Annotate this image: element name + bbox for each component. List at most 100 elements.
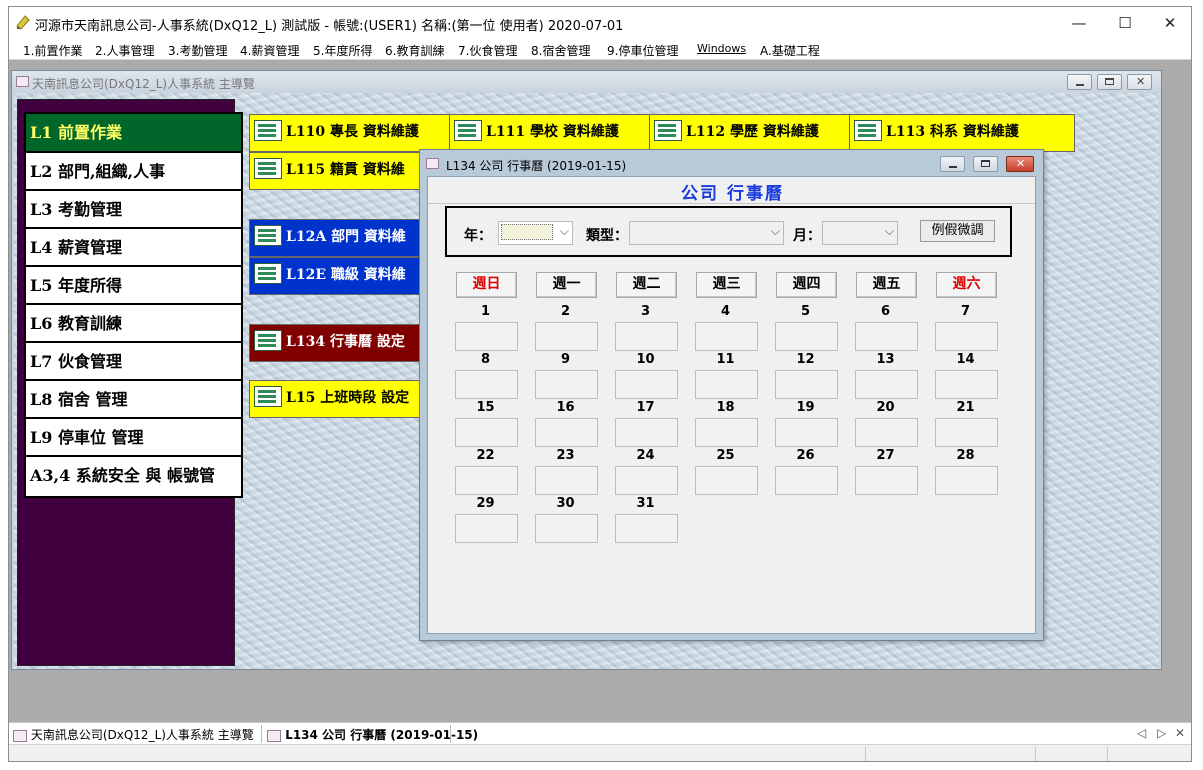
form-icon [854,120,882,141]
day-cell[interactable] [695,370,758,399]
prev-window-icon[interactable]: ◁ [1137,726,1146,740]
menu-item-windows[interactable]: Windows [697,42,746,55]
day-cell[interactable] [615,418,678,447]
main-restore-button[interactable] [1097,74,1122,90]
day-cell[interactable] [535,514,598,543]
nav-item-dept[interactable]: L2 部門,組織,人事 [24,151,243,194]
app-logo-icon [16,15,30,30]
tile-label: L113 科系 資料維護 [886,124,1019,140]
day-number: 28 [956,448,975,463]
day-cell[interactable] [455,322,518,351]
nav-item-meals[interactable]: L7 伙食管理 [24,341,243,384]
day-cell[interactable] [855,370,918,399]
menu-item-prep[interactable]: 1.前置作業 [23,42,82,59]
main-close-button[interactable]: ✕ [1127,74,1152,90]
tile-label: L111 學校 資料維護 [486,124,619,140]
form-icon [426,158,439,169]
day-cell[interactable] [455,418,518,447]
menu-item-training[interactable]: 6.教育訓練 [385,42,444,59]
tile-label: L134 行事曆 設定 [286,334,405,350]
day-number: 27 [876,448,895,463]
day-cell[interactable] [455,466,518,495]
form-icon [454,120,482,141]
day-number: 25 [716,448,735,463]
day-cell[interactable] [855,466,918,495]
day-cell[interactable] [855,322,918,351]
next-window-icon[interactable]: ▷ [1157,726,1166,740]
day-cell[interactable] [935,418,998,447]
day-cell[interactable] [615,466,678,495]
day-number: 7 [960,304,971,319]
day-cell[interactable] [775,466,838,495]
dialog-title: L134 公司 行事曆 (2019-01-15) [446,159,627,173]
day-cell[interactable] [455,370,518,399]
tile-l111[interactable]: L111 學校 資料維護 [449,114,675,152]
day-cell[interactable] [615,514,678,543]
day-number: 18 [716,400,735,415]
menu-item-payroll[interactable]: 4.薪資管理 [240,42,299,59]
main-minimize-button[interactable] [1067,74,1092,90]
day-cell[interactable] [775,418,838,447]
day-number: 22 [476,448,495,463]
menu-item-meals[interactable]: 7.伙食管理 [458,42,517,59]
nav-item-training[interactable]: L6 教育訓練 [24,303,243,346]
form-icon [267,729,281,742]
day-number: 2 [560,304,571,319]
tile-l112[interactable]: L112 學歷 資料維護 [649,114,875,152]
day-number: 26 [796,448,815,463]
days-container: 1 2 3 4 5 6 7 8 9 10 11 12 13 14 15 16 17 18 19 20 21 22 23 24 2… [428,177,1037,635]
day-number: 29 [476,496,495,511]
day-cell[interactable] [535,466,598,495]
day-cell[interactable] [615,370,678,399]
mdi-taskbar: 天南訊息公司(DxQ12_L)人事系統 主導覽 L134 公司 行事曆 (201… [9,722,1191,744]
day-cell[interactable] [775,370,838,399]
day-cell[interactable] [775,322,838,351]
day-cell[interactable] [935,466,998,495]
day-cell[interactable] [935,322,998,351]
day-cell[interactable] [455,514,518,543]
dialog-close-button[interactable]: ✕ [1006,156,1034,172]
form-icon [254,158,282,179]
menu-item-annual-income[interactable]: 5.年度所得 [313,42,372,59]
menu-item-base[interactable]: A.基礎工程 [760,42,820,59]
nav-item-parking[interactable]: L9 停車位 管理 [24,417,243,460]
day-cell[interactable] [695,418,758,447]
task-calendar[interactable]: L134 公司 行事曆 (2019-01-15) [267,726,478,743]
dialog-minimize-button[interactable] [940,156,965,172]
nav-item-annual-income[interactable]: L5 年度所得 [24,265,243,308]
nav-item-prep[interactable]: L1 前置作業 [24,112,243,155]
day-cell[interactable] [935,370,998,399]
dialog-maximize-button[interactable] [973,156,998,172]
day-cell[interactable] [695,466,758,495]
menu-item-attendance[interactable]: 3.考勤管理 [168,42,227,59]
nav-item-dorm[interactable]: L8 宿舍 管理 [24,379,243,422]
day-number: 30 [556,496,575,511]
menu-bar: 1.前置作業 2.人事管理 3.考勤管理 4.薪資管理 5.年度所得 6.教育訓… [9,39,1191,60]
day-number: 14 [956,352,975,367]
menu-item-dorm[interactable]: 8.宿舍管理 [531,42,590,59]
app-window: 河源市天南訊息公司-人事系統(DxQ12_L) 測試版 - 帳號:(USER1)… [8,6,1192,762]
day-cell[interactable] [535,322,598,351]
tile-l113[interactable]: L113 科系 資料維護 [849,114,1075,152]
day-cell[interactable] [615,322,678,351]
menu-item-hr[interactable]: 2.人事管理 [95,42,154,59]
minimize-button[interactable]: — [1056,7,1102,39]
tile-label: L12E 職級 資料維 [286,267,406,283]
task-main-navigator[interactable]: 天南訊息公司(DxQ12_L)人事系統 主導覽 [13,726,254,743]
nav-item-attendance[interactable]: L3 考勤管理 [24,189,243,232]
day-cell[interactable] [855,418,918,447]
day-number: 17 [636,400,655,415]
nav-item-security[interactable]: A3,4 系統安全 與 帳號管 [24,455,243,498]
day-cell[interactable] [535,370,598,399]
day-number: 21 [956,400,975,415]
menu-item-parking[interactable]: 9.停車位管理 [607,42,678,59]
close-window-icon[interactable]: ✕ [1175,726,1185,740]
day-cell[interactable] [695,322,758,351]
nav-item-payroll[interactable]: L4 薪資管理 [24,227,243,270]
day-number: 4 [720,304,731,319]
maximize-button[interactable]: ☐ [1102,7,1148,39]
tile-l110[interactable]: L110 專長 資料維護 [249,114,475,152]
day-cell[interactable] [535,418,598,447]
close-button[interactable]: ✕ [1147,7,1191,39]
day-number: 15 [476,400,495,415]
